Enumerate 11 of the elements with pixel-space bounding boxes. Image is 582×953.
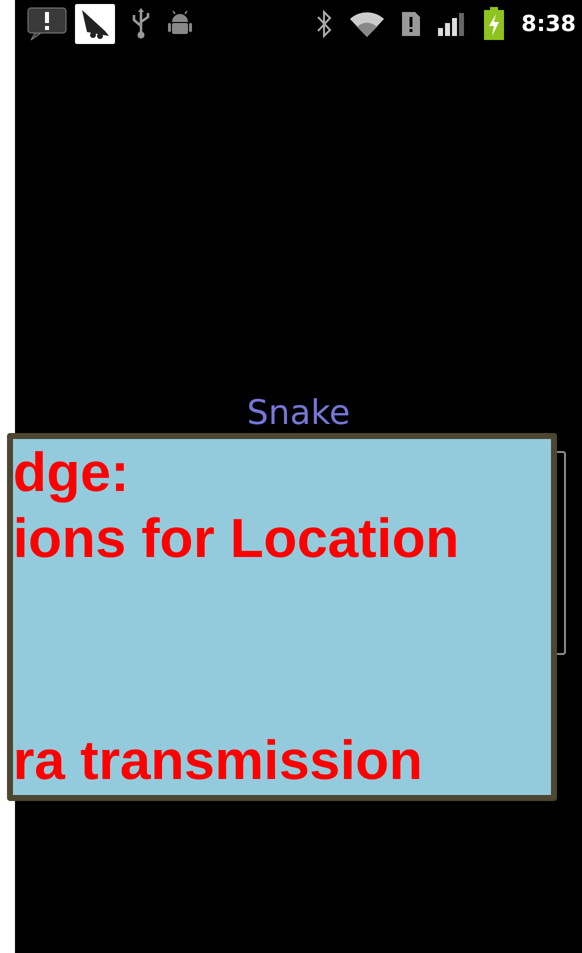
sim-alert-icon[interactable] <box>401 11 422 37</box>
battery-charging-icon[interactable] <box>483 7 506 41</box>
app-title: Snake <box>246 396 352 432</box>
usb-icon[interactable] <box>131 8 151 40</box>
alert-bubble-icon[interactable] <box>27 7 67 41</box>
overlay-text-line: ra transmission <box>13 728 423 793</box>
overlay-text-line: dge: <box>13 440 130 505</box>
overlay-text-line: ions for Location <box>13 506 460 571</box>
wifi-icon[interactable] <box>349 10 386 38</box>
bluetooth-icon[interactable] <box>315 9 334 39</box>
status-time: 8:38 <box>521 10 576 38</box>
